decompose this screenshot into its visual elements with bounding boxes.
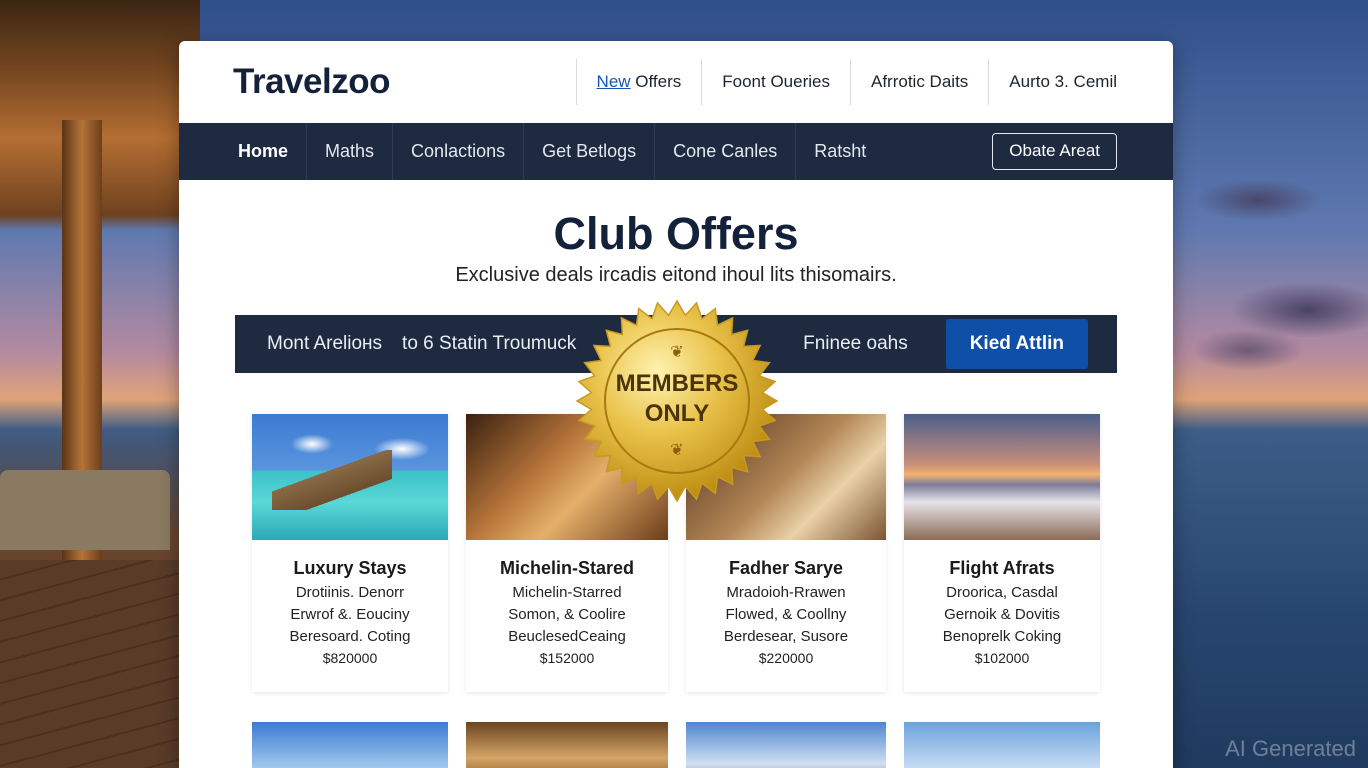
brand-logo[interactable]: Travelzoo (233, 62, 390, 102)
offer-card-line: BeuclesedCeaing (508, 628, 626, 645)
nav-item-4[interactable]: Get Betlogs (524, 123, 656, 180)
top-link-4-label: Aurto 3. Cemil (1009, 72, 1117, 91)
filter-item-2[interactable]: to 6 Statin Troumuck (382, 333, 576, 355)
main-nav: Home Maths Conlactions Get Betlogs Cone … (179, 123, 1173, 180)
page-title: Club Offers (553, 208, 799, 259)
background-clouds (1168, 140, 1368, 390)
top-link-2-label: Foont Oueries (722, 72, 830, 91)
nav-item-6[interactable]: Ratsht (796, 123, 884, 180)
members-only-badge: ❦ ❦ MEMBERS ONLY (575, 299, 779, 503)
offer-card-title: Michelin-Stared (499, 558, 635, 578)
nav-item-3[interactable]: Conlactions (393, 123, 525, 180)
offer-card-line: Benoprelk Coking (942, 628, 1062, 645)
filter-item-3[interactable]: Fninee oahs (771, 333, 946, 355)
nav-item-2[interactable]: Maths (307, 123, 394, 180)
offer-card-line: Drotiinis. Denorr (295, 584, 405, 601)
background-resort-deck (0, 0, 200, 768)
offer-card-line: Berdesear, Susore (723, 628, 849, 645)
badge-line-1: MEMBERS (615, 370, 739, 397)
page-subtitle: Exclusive deals ircadis eitond ihoul lit… (455, 264, 897, 286)
offer-card-image-row2[interactable] (466, 722, 668, 768)
offer-card-price: $820000 (322, 650, 378, 666)
deck-floor (0, 560, 200, 768)
top-bar: Travelzoo New Offers Foont Oueries Afrro… (179, 41, 1173, 123)
deck-sofa (0, 470, 170, 550)
offer-card-image-row2[interactable] (904, 722, 1100, 768)
nav-item-5[interactable]: Cone Canles (655, 123, 797, 180)
nav-item-home[interactable]: Home (179, 123, 308, 180)
offer-card-image-row2[interactable] (686, 722, 886, 768)
offer-card[interactable]: Luxury Stays Drotiinis. Denorr Erwrof &.… (252, 414, 448, 692)
offer-card-line: Gernoik & Dovitis (944, 606, 1060, 623)
offer-card-price: $152000 (539, 650, 595, 666)
filter-action-button[interactable]: Kied Attlin (945, 319, 1088, 369)
offer-card-price: $102000 (974, 650, 1030, 666)
top-link-new-offers-label: Offers (630, 72, 682, 91)
badge-line-2: ONLY (644, 400, 710, 427)
offer-card-line: Mradoioh-Rrawen (726, 584, 846, 601)
offer-card-line: Droorica, Casdal (946, 584, 1058, 601)
offer-card-line: Michelin-Starred (512, 584, 622, 601)
offer-card-line: Flowed, & Coollny (725, 606, 847, 623)
offer-card-title: Luxury Stays (293, 558, 407, 578)
offer-card-title: Flight Afrats (949, 558, 1055, 578)
offer-card-line: Somon, & Coolire (508, 606, 626, 623)
offer-card-image-row2[interactable] (252, 722, 448, 768)
top-link-new-offers-underlined: New (596, 72, 631, 91)
badge-text: MEMBERS ONLY (575, 369, 779, 429)
top-links: New Offers Foont Oueries Afrrotic Daits … (575, 59, 1137, 105)
top-link-new-offers[interactable]: New Offers (575, 59, 702, 105)
top-link-3-label: Afrrotic Daits (871, 72, 969, 91)
offer-card-price: $220000 (758, 650, 814, 666)
main-panel: Travelzoo New Offers Foont Oueries Afrro… (179, 41, 1173, 768)
offer-card[interactable]: Flight Afrats Droorica, Casdal Gernoik &… (904, 414, 1100, 692)
nav-action-button[interactable]: Obate Areat (992, 133, 1117, 170)
top-link-4[interactable]: Aurto 3. Cemil (988, 59, 1137, 105)
svg-text:❦: ❦ (670, 440, 683, 459)
villa-hut-shape (272, 450, 392, 510)
offer-card-line: Erwrof &. Eouciny (290, 606, 410, 623)
sunset-suite-image (904, 414, 1100, 540)
filter-item-1[interactable]: Mont Arelioнs (235, 333, 382, 355)
top-link-3[interactable]: Afrrotic Daits (850, 59, 988, 105)
overwater-villa-image (252, 414, 448, 540)
svg-text:❦: ❦ (670, 342, 683, 361)
offer-card-line: Beresoard. Coting (289, 628, 411, 645)
top-link-2[interactable]: Foont Oueries (701, 59, 850, 105)
watermark: AI Generated (1225, 736, 1356, 761)
offer-card-title: Fadher Sarye (728, 558, 844, 578)
